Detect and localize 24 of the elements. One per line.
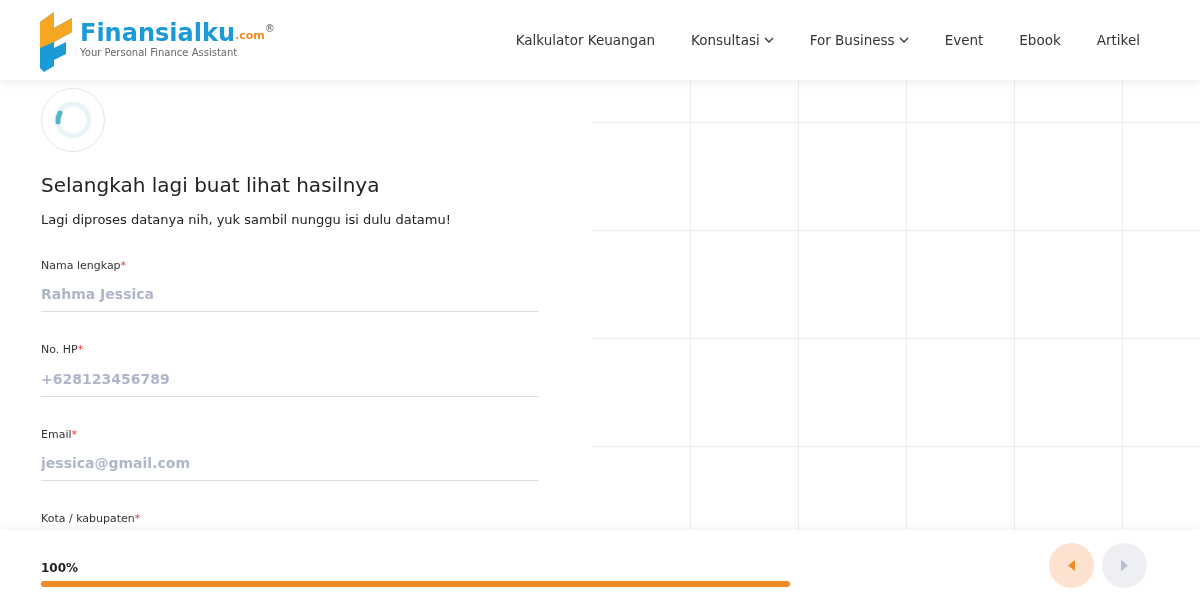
nav-link[interactable]: Konsultasi — [691, 29, 774, 51]
required-mark: * — [120, 257, 127, 274]
field-label: Email — [41, 426, 72, 443]
brand-tagline: Your Personal Finance Assistant — [80, 45, 239, 60]
required-mark: * — [134, 511, 141, 527]
progress-label: 100% — [41, 559, 80, 577]
form-subtitle: Lagi diproses datanya nih, yuk sambil nunggu isi dulu datamu! — [41, 211, 452, 229]
form-title: Selangkah lagi buat lihat hasilnya — [41, 172, 381, 199]
brand-name: Finansialku — [80, 20, 235, 45]
required-mark: * — [71, 426, 78, 443]
field-label: Kota / kabupaten — [41, 511, 135, 527]
registered-mark: ® — [264, 21, 275, 36]
previous-button[interactable] — [1049, 543, 1094, 588]
field-label: Nama lengkap — [41, 257, 121, 274]
nav-link[interactable]: For Business — [809, 29, 909, 51]
required-mark: * — [77, 342, 84, 358]
triangle-left-icon — [1068, 560, 1075, 571]
nav-link[interactable]: Ebook — [1019, 29, 1061, 51]
nav-link[interactable]: Event — [944, 29, 984, 51]
triangle-right-icon — [1121, 560, 1128, 571]
brand-domain: .com — [234, 28, 265, 44]
field-label: No. HP — [41, 342, 78, 358]
nav-link[interactable]: Kalkulator Keuangan — [515, 29, 656, 51]
nav-link[interactable]: Artikel — [1096, 29, 1140, 51]
